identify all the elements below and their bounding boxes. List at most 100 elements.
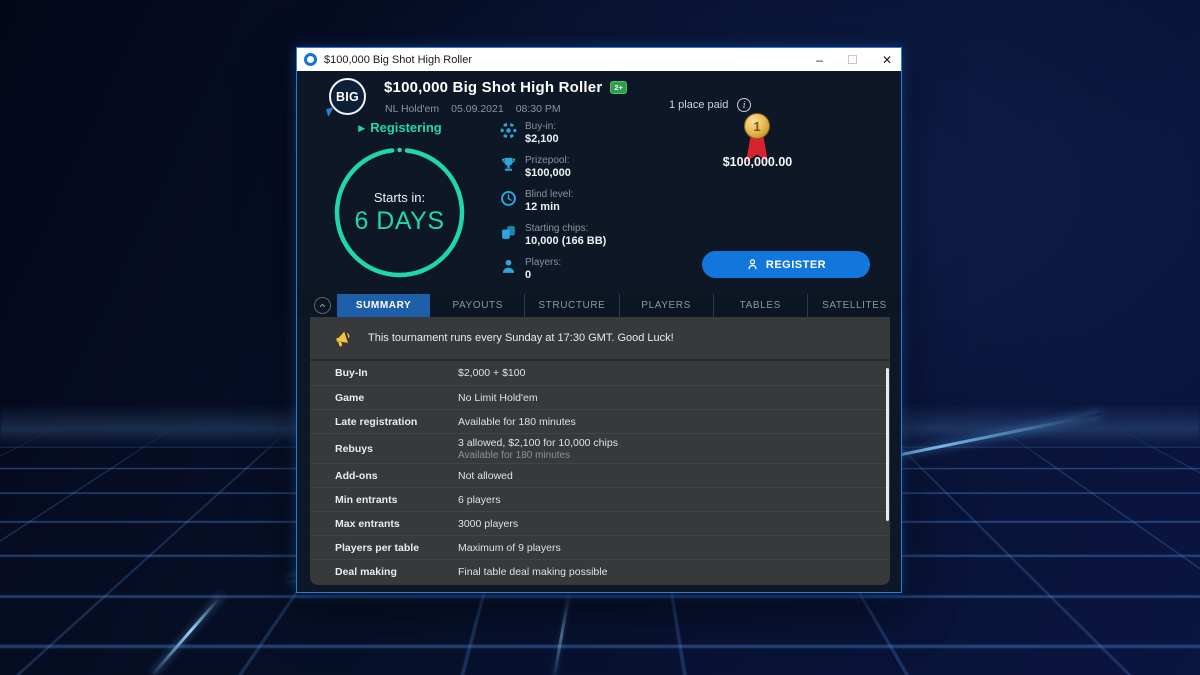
stat-buyin: Buy-in:$2,100 [500,121,606,145]
row-value: 6 players [458,494,501,506]
table-row: Deal making Final table deal making poss… [310,559,890,583]
light-beam [152,594,223,675]
trophy-icon [500,156,517,173]
tab-list: SUMMARY PAYOUTS STRUCTURE PLAYERS TABLES… [337,294,901,317]
light-beam [552,592,570,675]
register-button-label: REGISTER [766,259,826,271]
tournament-title: $100,000 Big Shot High Roller [384,79,602,96]
lobby-tabbar: SUMMARY PAYOUTS STRUCTURE PLAYERS TABLES… [297,294,901,317]
minimize-button[interactable]: – [816,54,823,66]
table-row: Add-ons Not allowed [310,463,890,487]
row-values: $2,000 + $100 [458,367,525,379]
window-title: $100,000 Big Shot High Roller [324,54,809,66]
row-value: Not allowed [458,470,513,482]
info-icon[interactable]: i [737,98,751,112]
close-button[interactable]: ✕ [882,54,892,66]
poker-chip-icon [500,122,517,139]
stat-prizepool: Prizepool:$100,000 [500,155,606,179]
starts-in-label: Starts in: [374,190,425,205]
first-prize-amount: $100,000.00 [685,155,830,169]
stat-label: Prizepool: [525,155,571,166]
tab[interactable]: SATELLITES [807,294,901,317]
stat-value: $2,100 [525,133,559,145]
row-value: Final table deal making possible [458,566,607,578]
tab[interactable]: PLAYERS [619,294,713,317]
row-values: Final table deal making possible [458,566,607,578]
stat-blind-level: Blind level:12 min [500,189,606,213]
row-values: 3000 players [458,518,518,530]
scrollbar-thumb[interactable] [886,368,889,521]
stat-value: 10,000 (166 BB) [525,235,606,247]
collapse-panel-button[interactable] [314,297,331,314]
start-date: 05.09.2021 [451,103,504,115]
tab[interactable]: PAYOUTS [430,294,524,317]
countdown-text: Starts in: 6 DAYS [332,145,467,280]
table-row: Max entrants 3000 players [310,511,890,535]
maximize-icon [848,55,857,64]
stat-label: Starting chips: [525,223,606,234]
row-value: 3000 players [458,518,518,530]
row-values: Maximum of 9 players [458,542,561,554]
row-value: No Limit Hold'em [458,392,538,404]
row-value: Maximum of 9 players [458,542,561,554]
row-value: $2,000 + $100 [458,367,525,379]
row-label: Game [335,392,458,404]
places-paid-text: 1 place paid [669,99,728,111]
tournament-header: $100,000 Big Shot High Roller 2+ [384,79,627,96]
starts-in-value: 6 DAYS [354,207,444,236]
stat-label: Buy-in: [525,121,559,132]
row-secondary-value: Available for 180 minutes [458,450,618,461]
tournament-logo: BIG [329,78,366,115]
stat-value: 12 min [525,201,573,213]
summary-table: Buy-In $2,000 + $100 Game No Limit Hold'… [310,361,890,583]
row-value: Available for 180 minutes [458,416,576,428]
register-person-icon [746,258,759,271]
play-icon: ▶ [358,123,365,133]
medal-coin-icon: 1 [744,113,770,139]
app-logo-icon [304,53,317,66]
row-label: Rebuys [335,443,458,455]
stat-value: $100,000 [525,167,571,179]
table-row: Min entrants 6 players [310,487,890,511]
stat-value: 0 [525,269,561,281]
table-row: Rebuys 3 allowed, $2,100 for 10,000 chip… [310,433,890,463]
status-label: Registering [370,120,442,135]
row-label: Late registration [335,416,458,428]
row-label: Min entrants [335,494,458,506]
row-values: Available for 180 minutes [458,416,576,428]
summary-panel: This tournament runs every Sunday at 17:… [310,317,890,585]
row-values: 6 players [458,494,501,506]
window-controls: – ✕ [816,54,892,66]
tab[interactable]: SUMMARY [337,294,430,317]
row-label: Deal making [335,566,458,578]
tab[interactable]: TABLES [713,294,807,317]
row-label: Max entrants [335,518,458,530]
countdown-ring: Starts in: 6 DAYS [332,145,467,280]
tournament-subtitle: NL Hold'em 05.09.2021 08:30 PM [385,103,561,115]
table-row: Game No Limit Hold'em [310,385,890,409]
clock-icon [500,190,517,207]
places-paid: 1 place paid i [669,98,751,112]
tab[interactable]: STRUCTURE [524,294,618,317]
stat-label: Blind level: [525,189,573,200]
tournament-lobby-window: $100,000 Big Shot High Roller – ✕ BIG $1… [296,47,902,593]
announcement-banner: This tournament runs every Sunday at 17:… [310,317,890,361]
lobby-body: BIG $100,000 Big Shot High Roller 2+ NL … [297,71,901,592]
announcement-text: This tournament runs every Sunday at 17:… [368,332,674,344]
row-label: Add-ons [335,470,458,482]
rebuy-badge: 2+ [610,81,627,95]
row-values: 3 allowed, $2,100 for 10,000 chips Avail… [458,437,618,461]
maximize-button[interactable] [848,55,857,64]
stat-starting-chips: Starting chips:10,000 (166 BB) [500,223,606,247]
stat-label: Players: [525,257,561,268]
table-row: Late registration Available for 180 minu… [310,409,890,433]
register-button[interactable]: REGISTER [702,251,870,278]
row-label: Buy-In [335,367,458,379]
start-time: 08:30 PM [516,103,561,115]
stat-players: Players:0 [500,257,606,281]
person-icon [500,258,517,275]
chevron-up-icon [317,300,328,311]
table-row: Players per table Maximum of 9 players [310,535,890,559]
registration-status: ▶ Registering [327,120,473,135]
row-value: 3 allowed, $2,100 for 10,000 chips [458,437,618,449]
